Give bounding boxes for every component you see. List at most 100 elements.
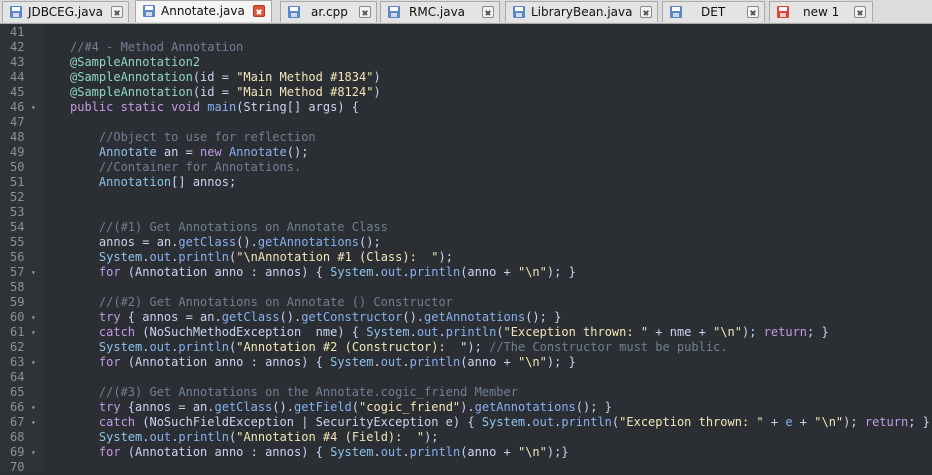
line-number: 47 [10,115,25,129]
code-line[interactable]: 58 [0,280,932,295]
tab-rmc-java[interactable]: RMC.java [380,1,500,22]
code-line[interactable]: 55 annos = an.getClass().getAnnotations(… [0,235,932,250]
code-line[interactable]: 44 @SampleAnnotation(id = "Main Method #1… [0,70,932,85]
code-token-method: println [445,325,497,339]
code-line[interactable]: 60 ▾ try { annos = an.getClass().getConst… [0,310,932,325]
code-token-keyword: for [70,265,128,279]
code-line[interactable]: 56 System.out.println("\nAnnotation #1 (… [0,250,932,265]
close-tab-icon[interactable] [747,6,759,18]
code-text: //Object to use for reflection [70,130,316,145]
code-line[interactable]: 59 //(#2) Get Annotations on Annotate ()… [0,295,932,310]
close-tab-icon[interactable] [359,6,371,18]
code-line[interactable]: 46 ▾ public static void main(String[] args… [0,100,932,115]
fold-toggle-icon[interactable]: ▾ [31,355,36,370]
code-token-method: out [149,250,172,264]
line-number: 62 [10,340,25,354]
code-token-comment: //(#2) Get Annotations on Annotate () Co… [70,295,453,309]
code-line[interactable]: 54 //(#1) Get Annotations on Annotate Cl… [0,220,932,235]
code-token-type: System [330,445,374,459]
code-token-method: e [785,415,793,429]
code-token-plain: . [402,445,410,459]
code-editor[interactable]: 41 42 //#4 - Method Annotation 43 @SampleAnn… [0,24,932,474]
code-token-plain: { annos = an. [127,310,222,324]
fold-toggle-icon[interactable]: ▾ [31,100,36,115]
close-tab-icon[interactable] [854,6,866,18]
code-token-method: out [380,265,403,279]
tab-ar-cpp[interactable]: ar.cpp [280,1,377,22]
code-token-comment: //(#1) Get Annotations on Annotate Class [70,220,388,234]
code-line[interactable]: 69 ▾ for (Annotation anno : annos) { Syst… [0,445,932,460]
fold-toggle-icon[interactable]: ▾ [31,265,36,280]
fold-toggle-icon[interactable]: ▾ [31,325,36,340]
code-text: //(#2) Get Annotations on Annotate () Co… [70,295,453,310]
close-tab-icon[interactable] [111,6,123,18]
code-text: @SampleAnnotation(id = "Main Method #812… [70,85,381,100]
fold-toggle-icon[interactable]: ▾ [31,415,36,430]
saved-file-icon [388,6,400,18]
code-line[interactable]: 45 @SampleAnnotation(id = "Main Method #8… [0,85,932,100]
code-line[interactable]: 63 ▾ for (Annotation anno : annos) { Syst… [0,355,932,370]
code-token-plain: (). [272,400,294,414]
code-line[interactable]: 48 //Object to use for reflection [0,130,932,145]
code-line[interactable]: 65 //(#3) Get Annotations on the Annotat… [0,385,932,400]
code-line[interactable]: 64 [0,370,932,385]
code-line[interactable]: 47 [0,115,932,130]
code-token-method: getClass [178,235,237,249]
code-text: for (Annotation anno : annos) { System.o… [70,265,576,280]
code-line[interactable]: 42 //#4 - Method Annotation [0,40,932,55]
line-number: 42 [10,40,25,54]
fold-toggle-icon[interactable]: ▾ [31,310,36,325]
code-token-keyword: for [70,355,128,369]
code-token-plain: an = [163,145,201,159]
code-text: //(#3) Get Annotations on the Annotate.c… [70,385,518,400]
code-token-string: "\n" [517,445,547,459]
tab-annotate-java[interactable]: Annotate.java [135,0,272,22]
line-number: 52 [10,190,25,204]
code-token-string: "\nAnnotation #1 (Class): " [236,250,439,264]
code-line[interactable]: 67 ▾ catch (NoSuchFieldException | Securi… [0,415,932,430]
tab-jdbceg-java[interactable]: JDBCEG.java [2,1,129,22]
close-tab-icon[interactable] [482,6,494,18]
code-token-plain: (anno + [460,355,518,369]
code-line[interactable]: 53 [0,205,932,220]
code-token-method: getConstructor [301,310,403,324]
code-line[interactable]: 51 Annotation[] annos; [0,175,932,190]
code-token-plain: . [438,325,446,339]
code-token-method: println [561,415,612,429]
code-line[interactable]: 49 Annotate an = new Annotate(); [0,145,932,160]
code-token-plain: . [402,355,410,369]
code-text: //#4 - Method Annotation [70,40,243,55]
code-token-comment: //Container for Annotations. [70,160,302,174]
close-tab-icon[interactable] [253,5,265,17]
code-token-method: println [409,445,461,459]
code-line[interactable]: 61 ▾ catch (NoSuchMethodException nme) { … [0,325,932,340]
code-line[interactable]: 52 [0,190,932,205]
tab-new-1[interactable]: new 1 [769,1,873,22]
tab-label: DET [701,5,726,19]
code-token-plain: (). [236,235,258,249]
code-line[interactable]: 66 ▾ try {annos = an.getClass().getField(… [0,400,932,415]
tab-librarybean-java[interactable]: LibraryBean.java [505,1,658,22]
code-token-plain: (anno + [460,265,518,279]
line-number: 44 [10,70,25,84]
code-token-annotation: @SampleAnnotation [70,70,193,84]
code-text: try { annos = an.getClass().getConstruct… [70,310,561,325]
fold-toggle-icon[interactable]: ▾ [31,400,36,415]
fold-toggle-icon[interactable]: ▾ [31,445,36,460]
code-token-keyword: for [70,445,128,459]
code-line[interactable]: 62 System.out.println("Annotation #2 (Co… [0,340,932,355]
code-line[interactable]: 57 ▾ for (Annotation anno : annos) { Syst… [0,265,932,280]
code-token-type: System [330,265,374,279]
code-line[interactable]: 68 System.out.println("Annotation #4 (Fi… [0,430,932,445]
code-line[interactable]: 43 @SampleAnnotation2 [0,55,932,70]
code-token-method: out [149,340,172,354]
tab-det[interactable]: DET [662,1,765,22]
code-token-method: getField [293,400,352,414]
line-number: 41 [10,25,25,39]
close-tab-icon[interactable] [640,6,652,18]
code-line[interactable]: 50 //Container for Annotations. [0,160,932,175]
code-line[interactable]: 41 [0,25,932,40]
code-text: @SampleAnnotation(id = "Main Method #183… [70,70,381,85]
line-number: 49 [10,145,25,159]
code-token-plain: (); } [525,310,562,324]
